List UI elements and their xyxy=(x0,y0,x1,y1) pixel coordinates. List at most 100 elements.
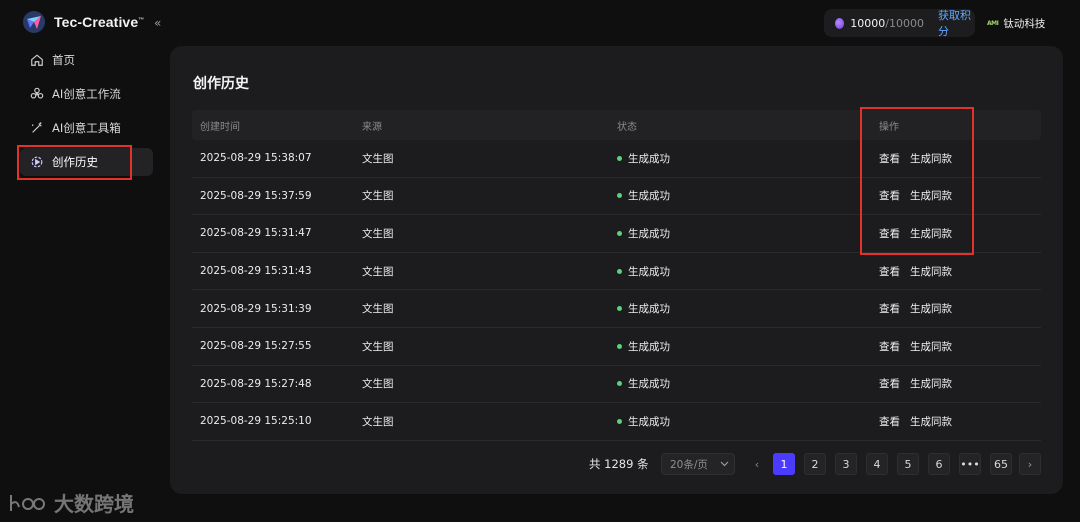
header-status: 状态 xyxy=(617,121,637,133)
header-actions: 操作 xyxy=(879,121,899,133)
view-button[interactable]: 查看 xyxy=(879,188,900,203)
cell-source: 文生图 xyxy=(362,415,394,428)
sidebar-item-home[interactable]: 首页 xyxy=(20,46,153,74)
history-icon xyxy=(31,156,43,168)
generate-same-button[interactable]: 生成同款 xyxy=(910,339,952,354)
watermark-logo-icon xyxy=(10,494,45,511)
header-source: 来源 xyxy=(362,121,382,133)
sidebar-item-label: AI创意工作流 xyxy=(52,87,121,101)
collapse-sidebar-icon[interactable]: « xyxy=(154,16,161,30)
cell-created-time: 2025-08-29 15:27:48 xyxy=(200,377,312,390)
page-button[interactable]: 1 xyxy=(773,453,795,475)
status-dot-icon xyxy=(617,230,622,236)
cell-status: 生成成功 xyxy=(617,264,872,279)
status-text: 生成成功 xyxy=(628,415,670,428)
total-count: 共 1289 条 xyxy=(589,457,649,471)
watermark: 大数跨境 xyxy=(8,488,134,517)
status-dot-icon xyxy=(617,306,622,312)
cell-actions: 查看 生成同款 xyxy=(872,376,1041,391)
sidebar-nav: 首页 AI创意工作流 AI创意工具箱 创作历史 xyxy=(20,46,153,182)
cell-actions: 查看 生成同款 xyxy=(872,264,1041,279)
prev-page-button[interactable]: ‹ xyxy=(746,453,768,475)
page-size-select[interactable]: 20条/页 xyxy=(661,453,735,475)
cell-created-time: 2025-08-29 15:37:59 xyxy=(200,189,312,202)
generate-same-button[interactable]: 生成同款 xyxy=(910,264,952,279)
company-account[interactable]: AMI 钛动科技 xyxy=(987,16,1045,31)
cell-source: 文生图 xyxy=(362,190,394,203)
cell-status: 生成成功 xyxy=(617,339,872,354)
page-title: 创作历史 xyxy=(193,76,249,92)
sidebar-item-label: 首页 xyxy=(52,53,75,67)
table-row: 2025-08-29 15:31:43 文生图 生成成功 查看 生成同款 xyxy=(192,253,1041,291)
table-row: 2025-08-29 15:31:47 文生图 生成成功 查看 生成同款 xyxy=(192,215,1041,253)
view-button[interactable]: 查看 xyxy=(879,339,900,354)
points-balance: 10000/10000 获取积分 xyxy=(824,7,975,39)
more-pages-button[interactable]: ••• xyxy=(959,453,981,475)
status-text: 生成成功 xyxy=(628,265,670,278)
next-page-button[interactable]: › xyxy=(1019,453,1041,475)
cell-source: 文生图 xyxy=(362,152,394,165)
sidebar: Tec-Creative™ « 首页 AI创意工作流 AI创意工具箱 创作历史 xyxy=(0,0,165,522)
status-dot-icon xyxy=(617,268,622,274)
generate-same-button[interactable]: 生成同款 xyxy=(910,188,952,203)
view-button[interactable]: 查看 xyxy=(879,226,900,241)
cell-created-time: 2025-08-29 15:27:55 xyxy=(200,340,312,353)
sidebar-item-label: 创作历史 xyxy=(52,155,98,169)
cell-source: 文生图 xyxy=(362,378,394,391)
status-text: 生成成功 xyxy=(628,340,670,353)
company-logo-icon: AMI xyxy=(987,20,999,27)
workflow-icon xyxy=(30,87,44,99)
cell-created-time: 2025-08-29 15:38:07 xyxy=(200,152,312,165)
brand[interactable]: Tec-Creative™ xyxy=(22,10,144,34)
pagination: 共 1289 条 20条/页 ‹ 1 2 3 4 5 6 ••• 65 › xyxy=(170,453,1063,475)
chevron-down-icon xyxy=(720,461,729,467)
cell-source: 文生图 xyxy=(362,227,394,240)
status-text: 生成成功 xyxy=(628,190,670,203)
get-points-link[interactable]: 获取积分 xyxy=(938,7,975,39)
page-button[interactable]: 2 xyxy=(804,453,826,475)
status-dot-icon xyxy=(617,155,622,161)
generate-same-button[interactable]: 生成同款 xyxy=(910,301,952,316)
cell-source: 文生图 xyxy=(362,303,394,316)
cell-source: 文生图 xyxy=(362,265,394,278)
table-row: 2025-08-29 15:27:48 文生图 生成成功 查看 生成同款 xyxy=(192,366,1041,404)
cell-actions: 查看 生成同款 xyxy=(872,301,1041,316)
table-row: 2025-08-29 15:38:07 文生图 生成成功 查看 生成同款 xyxy=(192,140,1041,178)
sidebar-item-ai-workflow[interactable]: AI创意工作流 xyxy=(20,80,153,108)
page-button[interactable]: 5 xyxy=(897,453,919,475)
table-row: 2025-08-29 15:27:55 文生图 生成成功 查看 生成同款 xyxy=(192,328,1041,366)
view-button[interactable]: 查看 xyxy=(879,264,900,279)
generate-same-button[interactable]: 生成同款 xyxy=(910,414,952,429)
cell-created-time: 2025-08-29 15:31:47 xyxy=(200,227,312,240)
table-header: 创建时间 来源 状态 操作 xyxy=(192,110,1041,140)
view-button[interactable]: 查看 xyxy=(879,301,900,316)
table-row: 2025-08-29 15:31:39 文生图 生成成功 查看 生成同款 xyxy=(192,290,1041,328)
page-button[interactable]: 65 xyxy=(990,453,1012,475)
page-size-value: 20条/页 xyxy=(670,458,708,471)
generate-same-button[interactable]: 生成同款 xyxy=(910,226,952,241)
cell-status: 生成成功 xyxy=(617,226,872,241)
view-button[interactable]: 查看 xyxy=(879,151,900,166)
history-table: 创建时间 来源 状态 操作 2025-08-29 15:38:07 文生图 生成成功… xyxy=(192,110,1041,441)
table-row: 2025-08-29 15:37:59 文生图 生成成功 查看 生成同款 xyxy=(192,178,1041,216)
status-text: 生成成功 xyxy=(628,152,670,165)
cell-source: 文生图 xyxy=(362,340,394,353)
generate-same-button[interactable]: 生成同款 xyxy=(910,376,952,391)
generate-same-button[interactable]: 生成同款 xyxy=(910,151,952,166)
sidebar-item-history[interactable]: 创作历史 xyxy=(20,148,153,176)
sidebar-item-label: AI创意工具箱 xyxy=(52,121,121,135)
view-button[interactable]: 查看 xyxy=(879,414,900,429)
watermark-text: 大数跨境 xyxy=(54,492,134,516)
view-button[interactable]: 查看 xyxy=(879,376,900,391)
table-row: 2025-08-29 15:25:10 文生图 生成成功 查看 生成同款 xyxy=(192,403,1041,441)
cell-actions: 查看 生成同款 xyxy=(872,188,1041,203)
page-button[interactable]: 4 xyxy=(866,453,888,475)
points-max: /10000 xyxy=(885,16,924,30)
page-button[interactable]: 3 xyxy=(835,453,857,475)
status-dot-icon xyxy=(617,381,622,387)
page-button[interactable]: 6 xyxy=(928,453,950,475)
cell-actions: 查看 生成同款 xyxy=(872,151,1041,166)
header-created-time: 创建时间 xyxy=(200,121,240,133)
home-icon xyxy=(31,54,43,66)
sidebar-item-ai-toolbox[interactable]: AI创意工具箱 xyxy=(20,114,153,142)
